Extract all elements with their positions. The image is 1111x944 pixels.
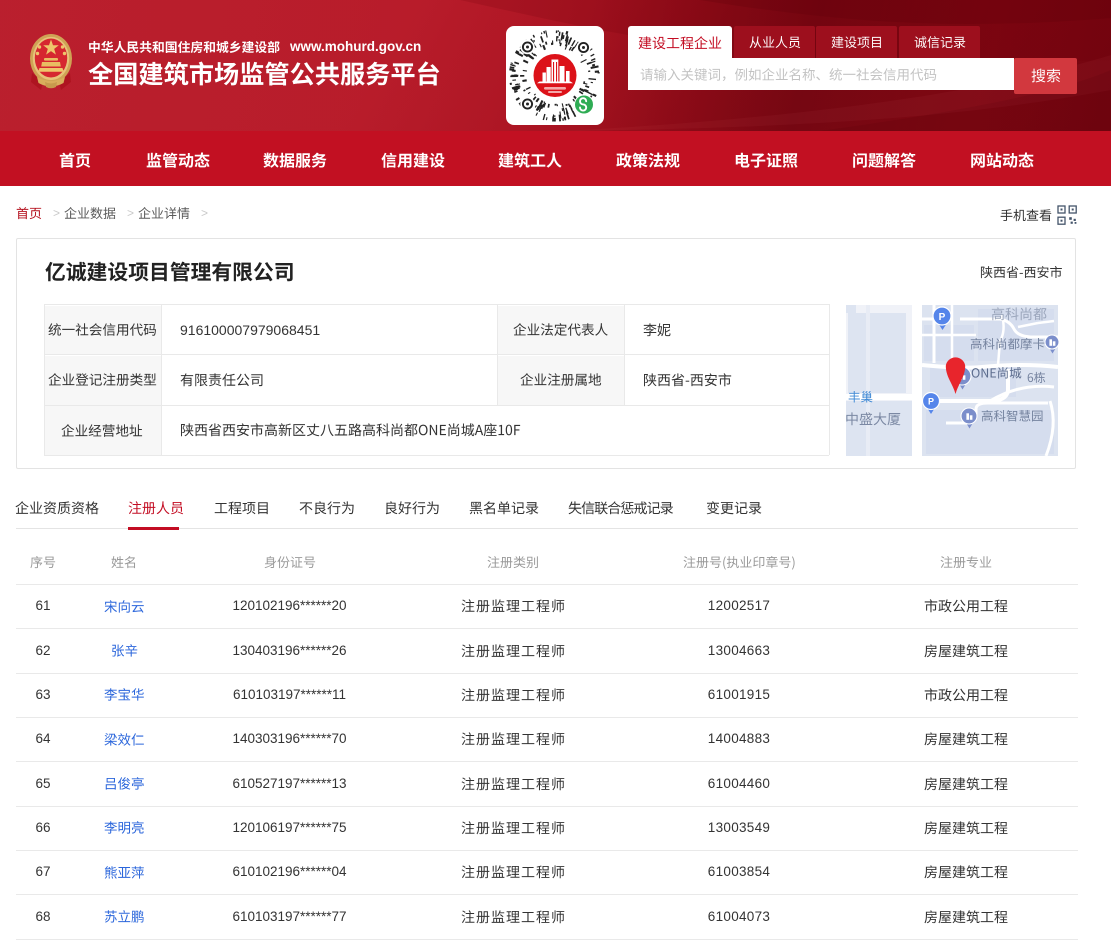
- svg-text:P: P: [928, 396, 934, 406]
- svg-text:P: P: [938, 312, 945, 323]
